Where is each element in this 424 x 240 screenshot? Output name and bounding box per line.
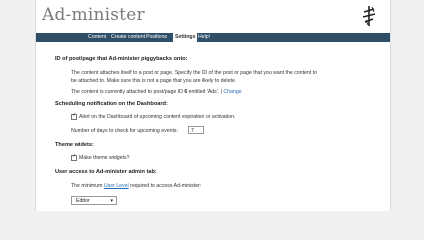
tab-create-content[interactable]: Create content (111, 33, 145, 42)
days-label: Number of days to check for upcoming eve… (71, 128, 178, 134)
theme-widgets-label: Make theme widgets? (79, 155, 130, 161)
wordpress-logo-icon (361, 5, 377, 32)
current-attachment-title: entitled 'Ads'. | (187, 89, 224, 95)
theme-widgets-checkbox[interactable] (71, 153, 77, 161)
alert-dashboard-checkbox[interactable] (71, 112, 77, 120)
alert-dashboard-label: Alert on the Dashboard of upcoming conte… (79, 114, 236, 120)
theme-widgets-heading: Theme widets: (55, 142, 94, 148)
page: Ad-minister Content Create content Posit… (35, 0, 391, 211)
app-title: Ad-minister (42, 5, 145, 25)
select-arrow-icon: ▾ (110, 198, 113, 204)
piggyback-description-line2: be attached to. Make sure this is not a … (71, 78, 237, 84)
user-level-suffix: required to access Ad-minister: (128, 183, 202, 189)
user-access-heading: User access to Ad-minister admin tab: (55, 169, 157, 175)
user-level-select[interactable]: Editor ▾ (71, 196, 117, 205)
user-level-prefix: The minimum (71, 183, 104, 189)
settings-form: ID of post/page that Ad-minister piggyba… (36, 42, 390, 211)
current-attachment-prefix: The content is currently attached to pos… (71, 89, 185, 95)
current-attachment: The content is currently attached to pos… (71, 89, 242, 95)
tab-settings[interactable]: Settings (172, 33, 199, 42)
tab-help[interactable]: Help! (198, 33, 210, 42)
change-link[interactable]: Change (223, 89, 241, 95)
admin-tabs: Content Create content Positions Setting… (36, 33, 390, 42)
piggyback-heading: ID of post/page that Ad-minister piggyba… (55, 56, 188, 62)
tab-positions[interactable]: Positions (146, 33, 167, 42)
scheduling-heading: Scheduling notification on the Dashboard… (55, 101, 168, 107)
user-level-description: The minimum User Level required to acces… (71, 183, 201, 189)
piggyback-description-line1: The content attaches itself to a post or… (71, 70, 317, 76)
user-level-link[interactable]: User Level (104, 183, 129, 189)
tab-content[interactable]: Content (88, 33, 106, 42)
header: Ad-minister (36, 0, 390, 33)
days-input[interactable]: 7 (188, 126, 204, 134)
user-level-selected: Editor (76, 198, 90, 204)
